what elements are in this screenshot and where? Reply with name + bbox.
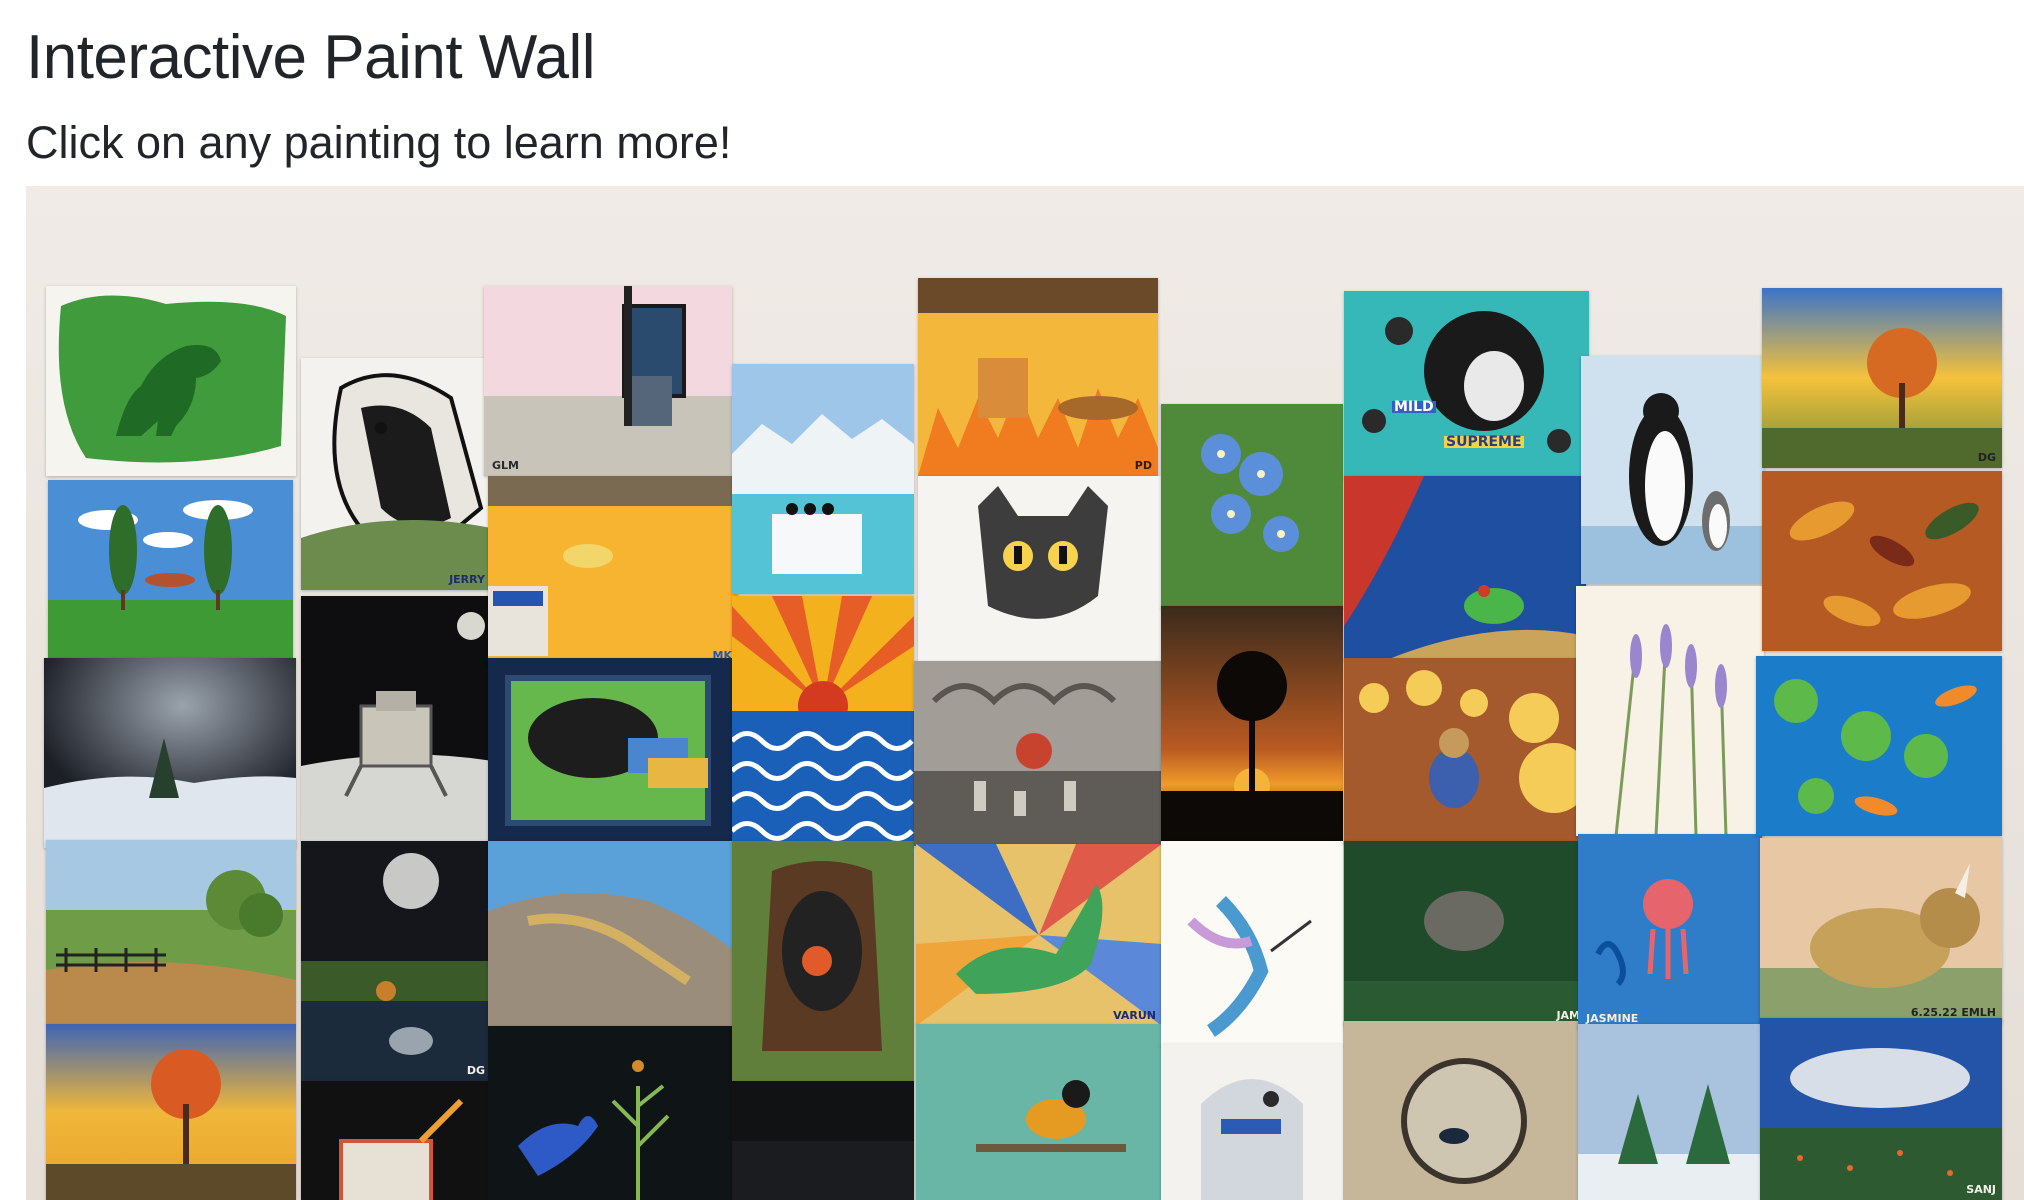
collage-word: SUPREME	[1444, 434, 1524, 450]
painting-trees-and-hot-dog[interactable]	[48, 480, 293, 665]
painting-lizard-on-rock[interactable]	[488, 841, 734, 1026]
painting-dream-clouds[interactable]	[914, 661, 1162, 846]
painting-whale-in-globe[interactable]	[1344, 1021, 1586, 1200]
painting-penguin-collage[interactable]: MILD SUPREME	[1344, 291, 1589, 479]
painting-juice-box[interactable]	[301, 1081, 491, 1200]
painting-signature: DG	[1977, 451, 1996, 464]
painting-dark-painting[interactable]	[732, 1081, 914, 1200]
painting-betta-fish[interactable]	[488, 1026, 734, 1200]
painting-bear-with-lanterns[interactable]	[1344, 658, 1589, 843]
painting-koi-pond[interactable]	[1756, 656, 2002, 836]
painting-this-is-fine-dog[interactable]: PD	[918, 278, 1158, 476]
painting-autumn-tree[interactable]: DG	[1762, 288, 2002, 468]
painting-signature: GLM	[492, 459, 519, 472]
painting-bear[interactable]: JERRY	[301, 358, 491, 590]
painting-hedgehog[interactable]: JAM	[1344, 841, 1586, 1026]
painting-blue-flowers[interactable]	[1161, 404, 1343, 609]
painting-winter-night[interactable]	[44, 658, 296, 848]
painting-dinosaur-with-rays[interactable]: VARUN	[916, 844, 1162, 1026]
painting-triceratops[interactable]: 6.25.22 EMLH	[1760, 838, 2002, 1023]
painting-room-with-window[interactable]: GLM	[484, 286, 732, 476]
painting-winter-pines[interactable]	[1578, 1024, 1762, 1200]
painting-autumn-leaves[interactable]	[1762, 471, 2002, 651]
painting-hummingbird[interactable]	[1161, 841, 1343, 1046]
painting-duck-in-pool[interactable]: MK	[488, 476, 738, 666]
page-subtitle: Click on any painting to learn more!	[26, 117, 732, 168]
painting-jellyfish[interactable]: JASMINE	[1578, 834, 1762, 1029]
painting-lavender[interactable]	[1576, 586, 1764, 836]
painting-emperor-penguins[interactable]	[1581, 356, 1764, 584]
painting-cloudy-field[interactable]: SANJ	[1760, 1018, 2002, 1200]
painting-cartoon-cat[interactable]	[918, 476, 1162, 671]
painting-signature: SANJ	[1966, 1183, 1996, 1196]
painting-signature: JERRY	[449, 573, 485, 586]
painting-astronaut-on-moon[interactable]	[301, 596, 493, 841]
painting-green-dinosaur[interactable]	[46, 286, 296, 476]
painting-frog-on-red-curtain[interactable]	[1344, 476, 1586, 661]
collage-word: MILD	[1392, 399, 1436, 415]
painting-snowy-mountains[interactable]	[732, 364, 914, 594]
painting-oriole-bird[interactable]	[916, 1024, 1162, 1200]
painting-sleeping-dog[interactable]	[488, 658, 734, 843]
painting-signature: VARUN	[1113, 1009, 1156, 1022]
painting-autumn-tree-at-dusk[interactable]	[46, 1024, 296, 1200]
painting-sunset-over-waves[interactable]	[732, 596, 914, 841]
painting-tree-stump[interactable]	[732, 841, 914, 1081]
painting-sunset-silhouette[interactable]	[1161, 606, 1343, 844]
painting-moon-reflection[interactable]: DG	[301, 841, 491, 1081]
painting-signature: DG	[466, 1064, 485, 1077]
painting-landscape-with-fence[interactable]	[46, 840, 296, 1025]
page-title: Interactive Paint Wall	[26, 23, 596, 92]
paint-wall: JERRY DG GLM MK PD VARUN MILD SUPREME JA…	[26, 186, 2024, 1200]
painting-signature: PD	[1134, 459, 1152, 472]
painting-robot[interactable]	[1161, 1044, 1343, 1200]
